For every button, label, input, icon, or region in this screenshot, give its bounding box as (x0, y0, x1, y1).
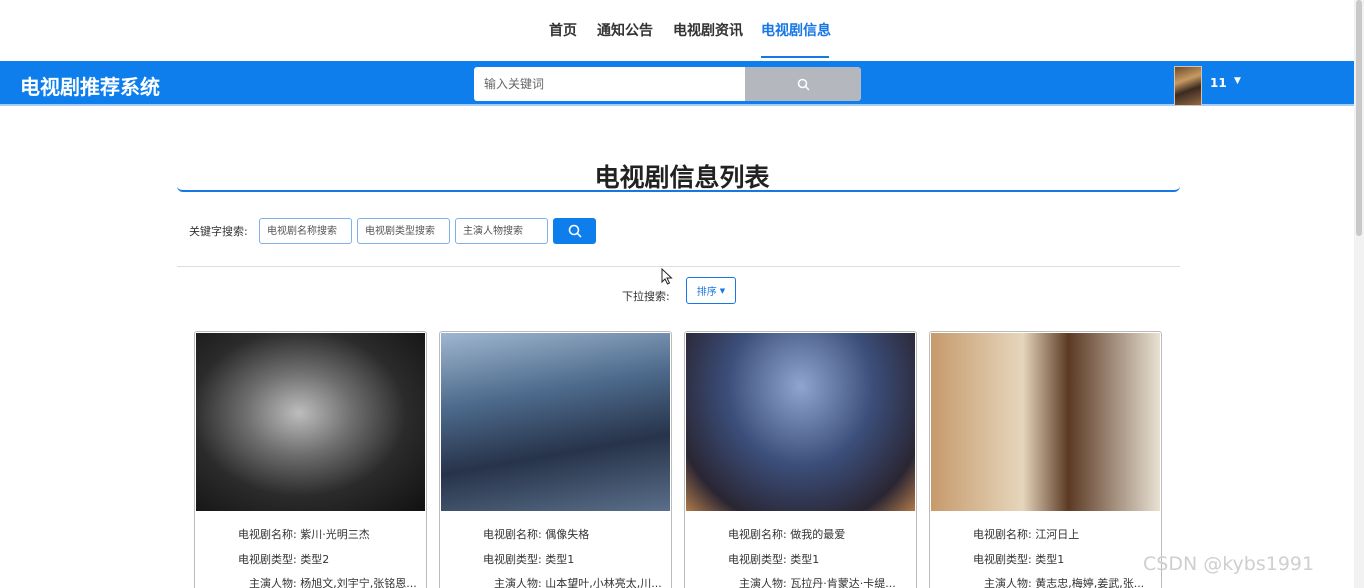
tv-name: 电视剧名称: 紫川·光明三杰 (238, 528, 370, 541)
filter-divider (177, 266, 1180, 267)
active-nav-underline (761, 56, 829, 58)
tv-actors: 主演人物: 杨旭文,刘宇宁,张铭恩... (249, 577, 417, 588)
tv-type-search-input[interactable] (357, 218, 450, 244)
top-navigation: 首页 通知公告 电视剧资讯 电视剧信息 (0, 0, 1354, 61)
username[interactable]: 11 (1210, 76, 1227, 90)
csdn-watermark: CSDN @kybs1991 (1143, 553, 1315, 575)
tv-type: 电视剧类型: 类型1 (483, 553, 575, 566)
nav-item-notices[interactable]: 通知公告 (597, 20, 653, 40)
nav-item-tv-info[interactable]: 电视剧信息 (761, 20, 831, 40)
dropdown-search-label: 下拉搜索: (622, 290, 670, 303)
tv-card[interactable]: 电视剧名称: 江河日上 电视剧类型: 类型1 主演人物: 黄志忠,梅婷,姜武,张… (929, 331, 1162, 588)
nav-item-home[interactable]: 首页 (549, 20, 577, 40)
keyword-search-label: 关键字搜索: (189, 225, 248, 238)
tv-name-search-input[interactable] (259, 218, 352, 244)
header-search-button[interactable] (745, 67, 861, 101)
tv-actors: 主演人物: 山本望叶,小林亮太,川... (494, 577, 662, 588)
mouse-cursor-icon (661, 268, 673, 285)
tv-name: 电视剧名称: 偶像失格 (483, 528, 590, 541)
filter-search-button[interactable] (553, 218, 596, 244)
chevron-down-icon[interactable]: ▼ (1234, 76, 1241, 86)
tv-poster[interactable] (441, 333, 670, 511)
tv-type: 电视剧类型: 类型1 (728, 553, 820, 566)
header-bar: 电视剧推荐系统 11 ▼ (0, 61, 1354, 106)
site-brand: 电视剧推荐系统 (20, 75, 160, 99)
tv-type: 电视剧类型: 类型1 (973, 553, 1065, 566)
header-search-input[interactable] (474, 67, 746, 101)
tv-name: 电视剧名称: 江河日上 (973, 528, 1080, 541)
tv-card[interactable]: 电视剧名称: 做我的最爱 电视剧类型: 类型1 主演人物: 瓦拉丹·肯蒙达·卡缇… (684, 331, 917, 588)
tv-card[interactable]: 电视剧名称: 紫川·光明三杰 电视剧类型: 类型2 主演人物: 杨旭文,刘宇宁,… (194, 331, 427, 588)
tv-name: 电视剧名称: 做我的最爱 (728, 528, 846, 541)
sort-dropdown-button[interactable]: 排序 ▼ (686, 277, 736, 304)
sort-label: 排序 (696, 287, 717, 298)
tv-type: 电视剧类型: 类型2 (238, 553, 330, 566)
title-underline (177, 186, 1180, 192)
search-icon (568, 224, 582, 238)
tv-actors: 主演人物: 瓦拉丹·肯蒙达·卡缇... (739, 577, 896, 588)
nav-item-tv-news[interactable]: 电视剧资讯 (673, 20, 743, 40)
tv-poster[interactable] (196, 333, 425, 511)
chevron-down-icon: ▼ (719, 286, 726, 295)
tv-card[interactable]: 电视剧名称: 偶像失格 电视剧类型: 类型1 主演人物: 山本望叶,小林亮太,川… (439, 331, 672, 588)
tv-poster[interactable] (686, 333, 915, 511)
tv-poster[interactable] (931, 333, 1160, 511)
user-avatar[interactable] (1174, 66, 1202, 106)
page-scrollbar[interactable] (1354, 0, 1364, 588)
scrollbar-thumb[interactable] (1356, 0, 1362, 236)
tv-actors: 主演人物: 黄志忠,梅婷,姜武,张... (984, 577, 1145, 588)
actor-search-input[interactable] (455, 218, 548, 244)
search-icon (797, 78, 810, 91)
